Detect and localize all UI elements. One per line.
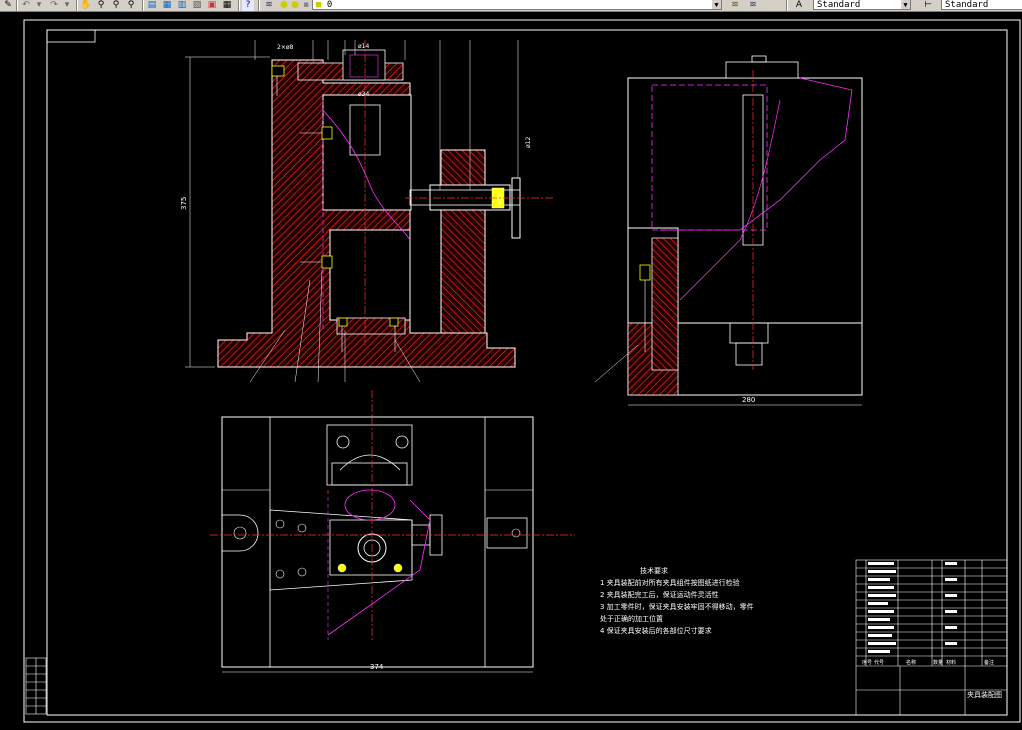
undo-icon[interactable]: ↶ xyxy=(20,0,32,11)
pencil-icon[interactable]: ✎ xyxy=(2,0,14,11)
bulb-icon[interactable]: ● xyxy=(279,0,289,11)
bom-header-code: 代号 xyxy=(874,659,884,666)
tech-item: 4 保证夹具安装后的各部位尺寸要求 xyxy=(600,627,712,635)
tech-requirements: 技术要求 1 夹具装配前对所有夹具组件按图纸进行检验 2 夹具装配完工后，保证运… xyxy=(600,565,830,637)
help-icon[interactable]: ? xyxy=(242,0,254,11)
dim-front-top-1: 2×ø8 xyxy=(277,44,294,51)
dim-top-width: 374 xyxy=(370,663,384,671)
drawing-canvas[interactable]: 375 2×ø8 ø14 ø34 ø22 ø12 280 374 序号 代号 名… xyxy=(0,12,1022,730)
dim-side-width: 280 xyxy=(742,396,755,404)
dim-front-height: 375 xyxy=(180,197,188,210)
dim-style-icon[interactable]: ⊢ xyxy=(918,0,938,11)
tech-item: 处于正确的加工位置 xyxy=(600,615,663,623)
undo-dropdown-icon[interactable]: ▾ xyxy=(34,0,44,11)
zoom-realtime-icon[interactable]: ⚲ xyxy=(95,0,107,11)
front-view[interactable]: 375 2×ø8 ø14 ø34 ø22 ø12 xyxy=(180,40,555,383)
lock-icon[interactable]: ▪ xyxy=(301,0,311,11)
tool-palettes-icon[interactable]: ▥ xyxy=(176,0,188,11)
dim-front-top-3: ø34 xyxy=(358,91,369,98)
top-view[interactable]: 374 xyxy=(210,390,575,673)
bom-row-text xyxy=(868,562,957,653)
redo-dropdown-icon[interactable]: ▾ xyxy=(62,0,72,11)
chevron-down-icon: ▼ xyxy=(901,0,910,9)
bom-header-qty: 数量 xyxy=(933,659,943,666)
bom-header-remark: 备注 xyxy=(984,659,994,666)
text-style-icon[interactable]: A xyxy=(792,0,806,11)
layer-manager-icon[interactable]: ≋ xyxy=(262,0,276,11)
dim-front-right: ø12 xyxy=(525,137,532,148)
chevron-down-icon: ▼ xyxy=(712,0,721,9)
bom-header-material: 材料 xyxy=(946,659,956,666)
dim-front-top-2: ø14 xyxy=(358,43,369,50)
markup-icon[interactable]: ▣ xyxy=(206,0,218,11)
properties-icon[interactable]: ▤ xyxy=(146,0,158,11)
text-style-dropdown[interactable]: Standard ▼ xyxy=(813,0,911,10)
zoom-previous-icon[interactable]: ⚲ xyxy=(125,0,137,11)
bom-header-name: 名称 xyxy=(906,659,916,666)
side-view[interactable]: 280 xyxy=(594,55,863,406)
zoom-window-icon[interactable]: ⚲ xyxy=(110,0,122,11)
drawing-frame xyxy=(23,19,1021,723)
cad-toolbar: ✎ ↶ ▾ ↷ ▾ ✋ ⚲ ⚲ ⚲ ▤ ▦ ▥ ▧ ▣ ▦ ? ≋ ● ● ▪ … xyxy=(0,0,1022,12)
tech-item: 3 加工零件时，保证夹具安装牢固不得移动，零件 xyxy=(600,603,754,611)
bom-header-no: 序号 xyxy=(862,659,872,666)
sun-icon[interactable]: ● xyxy=(290,0,300,11)
left-revision-table xyxy=(25,657,47,715)
tech-item: 1 夹具装配前对所有夹具组件按图纸进行检验 xyxy=(600,579,740,587)
dim-front-side: ø22 xyxy=(497,194,504,205)
pan-icon[interactable]: ✋ xyxy=(80,0,92,11)
calculator-icon[interactable]: ▦ xyxy=(221,0,233,11)
redo-icon[interactable]: ↷ xyxy=(48,0,60,11)
design-center-icon[interactable]: ▦ xyxy=(161,0,173,11)
sheet-set-icon[interactable]: ▧ xyxy=(191,0,203,11)
layer-states-icon[interactable]: ≋ xyxy=(746,0,760,11)
layer-dropdown[interactable]: ■ 0 ▼ xyxy=(312,0,722,10)
drawing-name: 夹具装配图 xyxy=(967,690,1002,699)
tech-title: 技术要求 xyxy=(640,567,668,575)
tech-item: 2 夹具装配完工后，保证运动件灵活性 xyxy=(600,591,719,599)
layer-previous-icon[interactable]: ≋ xyxy=(728,0,742,11)
dim-style-dropdown[interactable]: Standard xyxy=(941,0,1022,10)
